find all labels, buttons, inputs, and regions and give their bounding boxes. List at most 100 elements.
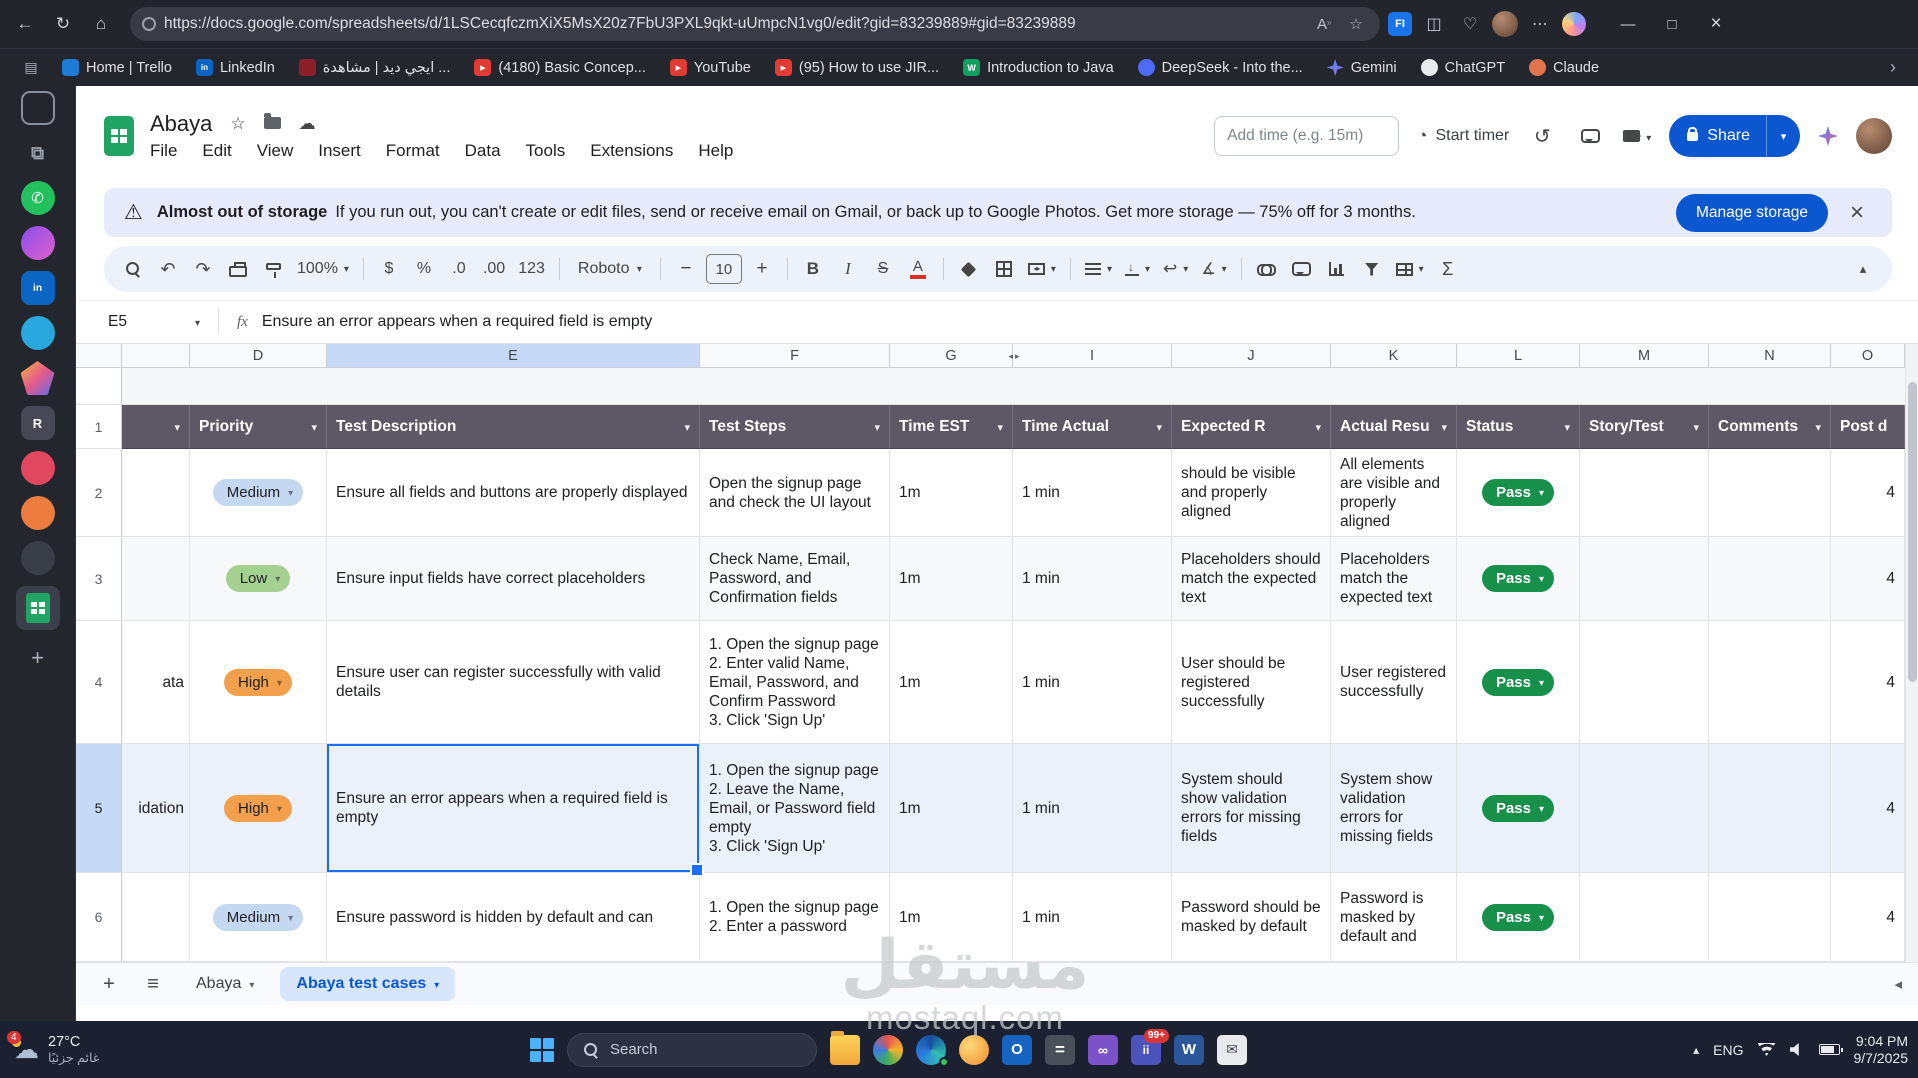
column-header-o[interactable]: O	[1831, 344, 1905, 368]
cell-story[interactable]	[1580, 537, 1709, 621]
status-chip[interactable]: Pass	[1482, 479, 1554, 506]
cell-time-actual[interactable]: 1 min	[1013, 873, 1172, 962]
increase-decimals-button[interactable]: .00	[479, 253, 509, 285]
filter-icon[interactable]	[874, 418, 880, 436]
pinned-app-icon-orange[interactable]	[959, 1035, 989, 1065]
cell-post[interactable]: 4	[1831, 621, 1905, 744]
tab-menu-icon[interactable]	[434, 975, 439, 993]
bold-button[interactable]: B	[798, 253, 828, 285]
cell-steps[interactable]: 1. Open the signup page 2. Enter valid N…	[700, 621, 890, 744]
bookmark-basic-concepts[interactable]: (4180) Basic Concep...	[464, 55, 656, 80]
all-sheets-icon[interactable]	[136, 967, 170, 1001]
column-header-e[interactable]: E	[327, 344, 700, 368]
hidden-column-indicator[interactable]	[1001, 344, 1027, 368]
comment-icon[interactable]	[1581, 129, 1600, 143]
filter-icon[interactable]	[1564, 418, 1570, 436]
favorite-star-icon[interactable]	[1344, 12, 1368, 36]
sheet-tab-abaya[interactable]: Abaya	[180, 967, 270, 1001]
cell-c6[interactable]	[122, 873, 190, 962]
header-test-steps[interactable]: Test Steps	[700, 405, 890, 449]
fi-extension-badge[interactable]: FI	[1388, 12, 1412, 36]
cell-time-actual[interactable]: 1 min	[1013, 449, 1172, 537]
redo-icon[interactable]	[188, 253, 218, 285]
cell-time-est[interactable]: 1m	[890, 744, 1013, 873]
menu-view[interactable]: View	[257, 141, 294, 161]
unhide-left-icon[interactable]	[1008, 351, 1013, 362]
version-history-icon[interactable]	[1527, 121, 1557, 151]
insert-link-icon[interactable]	[1257, 264, 1276, 274]
edge-icon[interactable]	[916, 1035, 946, 1065]
row-number[interactable]: 6	[76, 873, 122, 962]
column-header-l[interactable]: L	[1457, 344, 1580, 368]
share-dropdown-icon[interactable]	[1766, 115, 1800, 157]
move-folder-icon[interactable]	[264, 117, 281, 129]
cell-status[interactable]: Pass	[1457, 621, 1580, 744]
minimize-icon[interactable]	[1606, 7, 1650, 41]
column-header-n[interactable]: N	[1709, 344, 1831, 368]
cell-priority[interactable]: Medium	[190, 873, 327, 962]
cell-steps[interactable]: 1. Open the signup page 2. Enter a passw…	[700, 873, 890, 962]
priority-chip[interactable]: Medium	[213, 479, 303, 506]
header-priority[interactable]: Priority	[190, 405, 327, 449]
start-button[interactable]	[530, 1038, 554, 1062]
volume-icon[interactable]	[1790, 1043, 1805, 1056]
cell-status[interactable]: Pass	[1457, 449, 1580, 537]
cell-comments[interactable]	[1709, 449, 1831, 537]
language-indicator[interactable]: ENG	[1713, 1042, 1743, 1058]
header-expected-result[interactable]: Expected R	[1172, 405, 1331, 449]
bookmarks-overflow-icon[interactable]	[1882, 57, 1904, 78]
select-all-corner[interactable]	[76, 344, 122, 368]
text-rotation-icon[interactable]	[1197, 253, 1230, 285]
add-sheet-icon[interactable]	[92, 967, 126, 1001]
browser-profile-avatar[interactable]	[1492, 11, 1518, 37]
bookmark-chatgpt[interactable]: ChatGPT	[1411, 55, 1515, 80]
filter-icon[interactable]	[1693, 418, 1699, 436]
search-icon[interactable]	[124, 260, 142, 278]
status-chip[interactable]: Pass	[1482, 904, 1554, 931]
read-aloud-icon[interactable]	[1312, 12, 1336, 36]
priority-chip[interactable]: Medium	[213, 904, 303, 931]
back-icon[interactable]	[10, 9, 40, 39]
cell-expected[interactable]: Password should be masked by default	[1172, 873, 1331, 962]
cell-post[interactable]: 4	[1831, 873, 1905, 962]
cell-time-est[interactable]: 1m	[890, 873, 1013, 962]
number-format-button[interactable]: 123	[514, 253, 549, 285]
selected-cell-e5[interactable]: Ensure an error appears when a required …	[327, 744, 700, 873]
messenger-icon[interactable]	[21, 226, 55, 260]
vertical-align-icon[interactable]	[1125, 263, 1139, 276]
text-wrap-icon[interactable]	[1159, 253, 1192, 285]
column-header-d[interactable]: D	[190, 344, 327, 368]
cell-comments[interactable]	[1709, 621, 1831, 744]
home-icon[interactable]	[86, 9, 116, 39]
cell-post[interactable]: 4	[1831, 744, 1905, 873]
zoom-select[interactable]: 100%	[293, 253, 353, 285]
name-box[interactable]: E5	[98, 313, 210, 331]
menu-extensions[interactable]: Extensions	[590, 141, 673, 161]
browser-menu-icon[interactable]	[1526, 10, 1554, 38]
filter-icon[interactable]	[1815, 418, 1821, 436]
cell-c2[interactable]	[122, 449, 190, 537]
close-icon[interactable]	[1694, 7, 1738, 41]
insert-comment-icon[interactable]	[1292, 262, 1311, 276]
status-chip[interactable]: Pass	[1482, 669, 1554, 696]
add-sidebar-item-icon[interactable]	[21, 641, 55, 675]
scrollbar-thumb[interactable]	[1908, 382, 1917, 682]
share-button[interactable]: Share	[1669, 115, 1800, 157]
menu-help[interactable]: Help	[698, 141, 733, 161]
cell-actual[interactable]: Password is masked by default and	[1331, 873, 1457, 962]
filter-icon[interactable]	[997, 418, 1003, 436]
cell-comments[interactable]	[1709, 873, 1831, 962]
mail-app-icon[interactable]	[1217, 1035, 1247, 1065]
clock[interactable]: 9:04 PM 9/7/2025	[1854, 1033, 1909, 1067]
fill-color-icon[interactable]	[961, 261, 977, 277]
menu-format[interactable]: Format	[386, 141, 440, 161]
manage-storage-button[interactable]: Manage storage	[1676, 194, 1828, 232]
file-explorer-icon[interactable]	[830, 1035, 860, 1065]
bookmark-gemini[interactable]: Gemini	[1317, 55, 1407, 80]
cell-status[interactable]: Pass	[1457, 744, 1580, 873]
cell-priority[interactable]: High	[190, 744, 327, 873]
calculator-icon[interactable]	[1045, 1035, 1075, 1065]
document-title[interactable]: Abaya	[150, 111, 212, 137]
cell-expected[interactable]: System should show validation errors for…	[1172, 744, 1331, 873]
add-time-input[interactable]	[1214, 116, 1399, 156]
